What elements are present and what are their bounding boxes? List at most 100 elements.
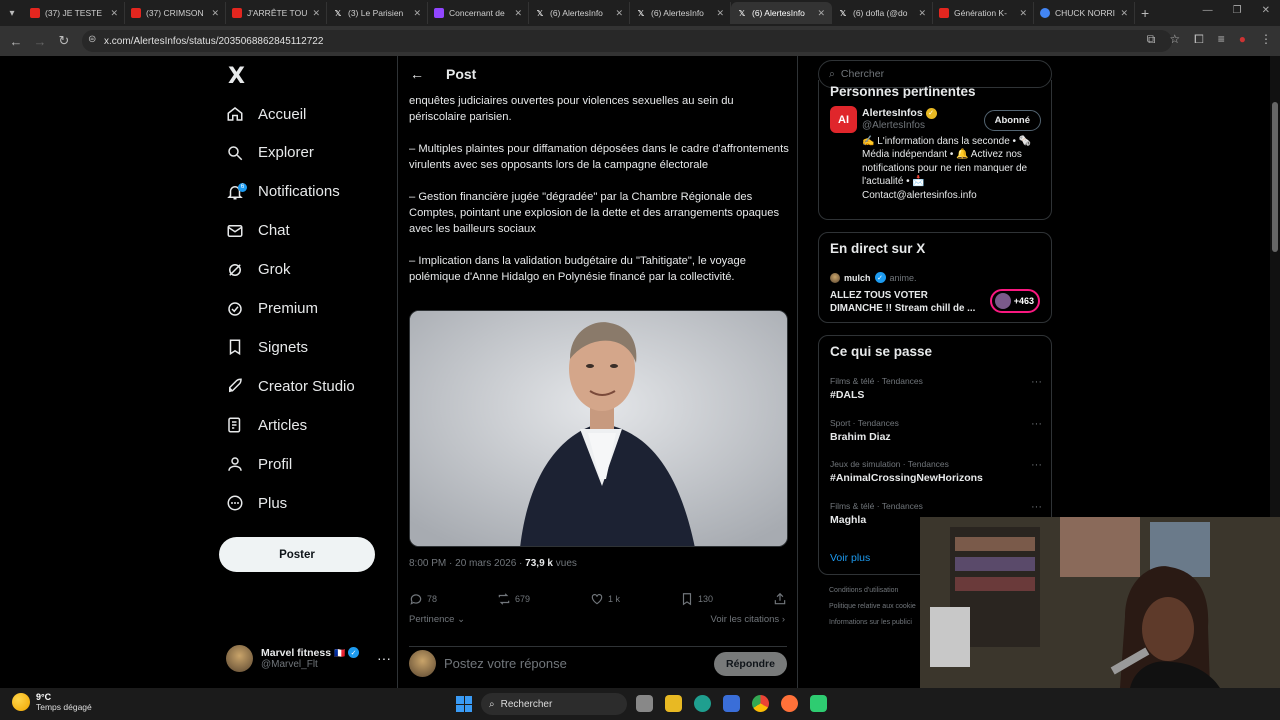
stream-title[interactable]: ALLEZ TOUS VOTER DIMANCHE !! Stream chil…	[830, 289, 980, 315]
nav-item-chat[interactable]: Chat	[226, 216, 290, 246]
minimize-icon[interactable]: —	[1203, 5, 1213, 16]
view-quotes-link[interactable]: Voir les citations ›	[711, 614, 785, 625]
nav-item-plus[interactable]: Plus	[226, 488, 287, 518]
file-explorer-icon[interactable]	[665, 695, 682, 712]
nav-item-grok[interactable]: Grok	[226, 255, 291, 285]
close-icon[interactable]: ✕	[716, 8, 724, 19]
maximize-icon[interactable]: ❐	[1233, 5, 1242, 16]
search-icon	[226, 144, 244, 162]
browser-tab[interactable]: (37) CRIMSON ✕	[125, 2, 226, 24]
windows-taskbar: 9°C Temps dégagé ⌕ Rechercher	[0, 688, 1280, 720]
nav-item-premium[interactable]: Premium	[226, 294, 318, 324]
like-action[interactable]: 1 k	[590, 592, 620, 606]
footer-link[interactable]: Conditions d'utilisation	[829, 583, 916, 599]
task-view-icon[interactable]	[636, 695, 653, 712]
see-more-link[interactable]: Voir plus	[830, 552, 870, 564]
close-icon[interactable]: ✕	[1019, 8, 1027, 19]
footer-link[interactable]: Informations sur les publici	[829, 615, 916, 631]
browser-tab[interactable]: 𝕏 (6) AlertesInfo ✕	[630, 2, 731, 24]
reload-icon[interactable]: ↻	[52, 33, 76, 49]
profile-icon[interactable]: ●	[1239, 32, 1246, 47]
live-viewers-pill[interactable]: +463	[990, 289, 1040, 313]
chrome-icon[interactable]	[752, 695, 769, 712]
menu-icon[interactable]: ⋮	[1260, 32, 1272, 47]
edge-icon[interactable]	[694, 695, 711, 712]
close-icon[interactable]: ✕	[514, 8, 522, 19]
url-field[interactable]: ⊜ x.com/AlertesInfos/status/203506886284…	[82, 30, 1172, 52]
trend-item[interactable]: Films & télé · Tendances #DALS ···	[830, 376, 1042, 401]
media-icon[interactable]: ≡	[1218, 32, 1225, 47]
more-dots-icon[interactable]: ···	[1031, 418, 1042, 430]
more-dots-icon[interactable]: ···	[1031, 459, 1042, 471]
extensions-icon[interactable]: ⧠	[1194, 32, 1204, 47]
star-icon[interactable]: ☆	[1169, 32, 1180, 47]
close-window-icon[interactable]: ✕	[1262, 5, 1270, 16]
browser-tab[interactable]: CHUCK NORRI ✕	[1034, 2, 1135, 24]
more-dots-icon[interactable]: ···	[1031, 501, 1042, 513]
sort-relevance[interactable]: Pertinence ⌄	[409, 614, 465, 625]
reply-input[interactable]: Postez votre réponse	[444, 656, 706, 671]
browser-tab[interactable]: Concernant de ✕	[428, 2, 529, 24]
nav-item-label: Signets	[258, 338, 309, 356]
store-icon[interactable]	[723, 695, 740, 712]
reply-button[interactable]: Répondre	[713, 651, 787, 676]
post-image[interactable]	[409, 310, 788, 547]
browser-tab[interactable]: J'ARRÊTE TOUT ✕	[226, 2, 327, 24]
x-logo[interactable]: X	[228, 64, 245, 89]
close-icon[interactable]: ✕	[211, 8, 219, 19]
nav-item-accueil[interactable]: Accueil	[226, 99, 306, 129]
browser-tab[interactable]: Génération K- ✕	[933, 2, 1034, 24]
tab-title: (37) JE TESTE LA	[45, 8, 105, 18]
weather-widget[interactable]: 9°C Temps dégagé	[12, 692, 92, 712]
browser-tab[interactable]: 𝕏 (6) AlertesInfo ✕	[731, 2, 832, 24]
browser-tab[interactable]: 𝕏 (6) AlertesInfo ✕	[529, 2, 630, 24]
back-arrow-icon[interactable]: ←	[410, 66, 424, 82]
browser-tab[interactable]: 𝕏 (3) Le Parisien ✕	[327, 2, 428, 24]
forward-icon[interactable]: →	[28, 34, 52, 49]
more-dots-icon[interactable]: ···	[377, 650, 391, 666]
nav-item-creator-studio[interactable]: Creator Studio	[226, 371, 355, 401]
new-tab-icon[interactable]: +	[1141, 5, 1149, 21]
reply-action[interactable]: 78	[409, 592, 437, 606]
browser-tab[interactable]: 𝕏 (6) dofla (@do ✕	[832, 2, 933, 24]
alertesinfos-logo[interactable]: AI	[830, 106, 857, 133]
live-user[interactable]: mulch ✓ anime.	[830, 272, 917, 283]
account-switcher[interactable]: Marvel fitness 🇫🇷 ✓ @Marvel_Flt ···	[226, 643, 391, 673]
close-icon[interactable]: ✕	[918, 8, 926, 19]
trend-item[interactable]: Sport · Tendances Brahim Diaz ···	[830, 418, 1042, 443]
close-icon[interactable]: ✕	[1120, 8, 1128, 19]
site-info-icon[interactable]: ⊜	[88, 34, 96, 45]
nav-item-notifications[interactable]: 6 Notifications	[226, 177, 340, 207]
close-icon[interactable]: ✕	[413, 8, 421, 19]
bookmark-action[interactable]: 130	[680, 592, 713, 606]
windows-start-icon[interactable]	[456, 696, 472, 712]
x-page: X Accueil Explorer 6 Notifications Chat Grok P…	[0, 56, 1280, 688]
firefox-icon[interactable]	[781, 695, 798, 712]
back-icon[interactable]: ←	[4, 34, 28, 49]
close-icon[interactable]: ✕	[312, 8, 320, 19]
scrollbar-thumb[interactable]	[1272, 102, 1278, 252]
account-name[interactable]: AlertesInfos	[862, 107, 923, 119]
tab-title: (3) Le Parisien	[348, 8, 404, 18]
more-dots-icon[interactable]: ···	[1031, 376, 1042, 388]
close-icon[interactable]: ✕	[817, 8, 825, 19]
install-app-icon[interactable]: ⧉	[1147, 32, 1156, 47]
nav-item-explorer[interactable]: Explorer	[226, 138, 314, 168]
discord-icon[interactable]	[810, 695, 827, 712]
close-icon[interactable]: ✕	[615, 8, 623, 19]
nav-item-articles[interactable]: Articles	[226, 410, 307, 440]
following-button[interactable]: Abonné	[983, 110, 1041, 131]
footer-link[interactable]: Politique relative aux cookie	[829, 599, 916, 615]
nav-item-label: Plus	[258, 494, 288, 512]
taskbar-search[interactable]: ⌕ Rechercher	[481, 693, 627, 715]
nav-item-signets[interactable]: Signets	[226, 332, 308, 362]
trend-item[interactable]: Jeux de simulation · Tendances #AnimalCro…	[830, 459, 1042, 484]
repost-action[interactable]: 679	[497, 592, 530, 606]
post-time[interactable]: 8:00 PM · 20 mars 2026 ·	[409, 558, 525, 569]
post-button[interactable]: Poster	[219, 537, 375, 572]
share-action[interactable]	[773, 592, 787, 606]
close-icon[interactable]: ✕	[110, 8, 118, 19]
nav-item-profil[interactable]: Profil	[226, 449, 292, 479]
browser-tab[interactable]: (37) JE TESTE LA ✕	[24, 2, 125, 24]
tab-search-icon[interactable]: ▾	[0, 1, 24, 25]
